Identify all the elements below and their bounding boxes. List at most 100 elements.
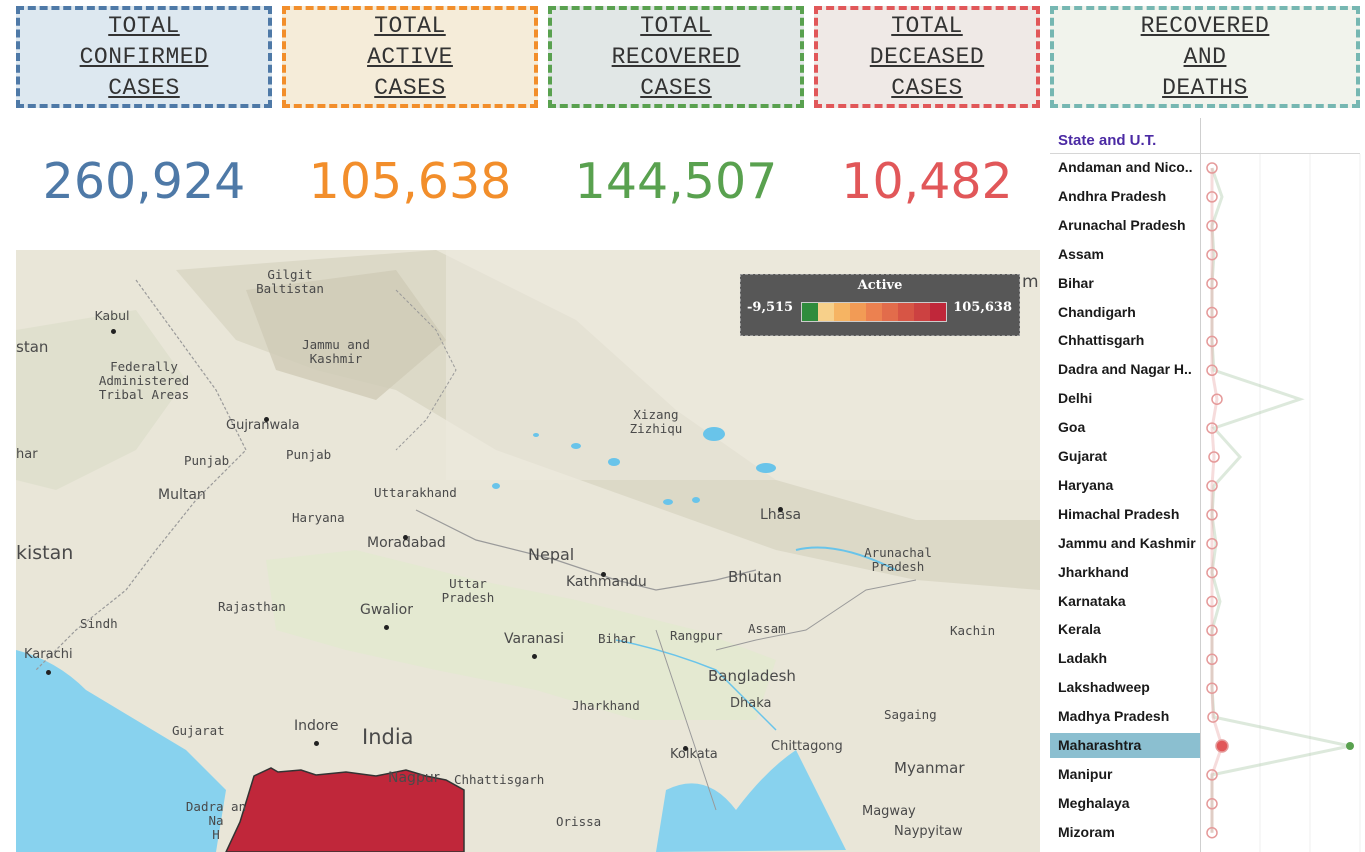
legend-color-ramp	[801, 302, 947, 322]
state-row[interactable]: Haryana	[1050, 473, 1200, 498]
kpi-card-active: TOTAL ACTIVE CASES	[282, 6, 538, 108]
kpi-confirmed-label: TOTAL CONFIRMED CASES	[79, 12, 209, 101]
map-label-gujarat: Gujarat	[172, 723, 225, 738]
legend-max-value: 105,638	[953, 300, 1012, 315]
map-label-indore: Indore	[294, 718, 339, 734]
map-label-right-edge: mi	[1022, 272, 1040, 292]
map-label-punjab-in: Punjab	[286, 447, 332, 462]
map-label-naypyitaw: Naypyitaw	[894, 824, 963, 839]
city-dot-gujranwala	[264, 417, 269, 422]
map-label-haryana: Haryana	[292, 510, 345, 525]
state-row[interactable]: Assam	[1050, 242, 1200, 267]
legend-min-value: -9,515	[747, 300, 794, 315]
kpi-recovered-deaths-label: RECOVERED AND DEATHS	[1140, 12, 1270, 101]
map-label-bhutan: Bhutan	[728, 568, 782, 586]
map-label-federally: Federally Administered Tribal Areas	[98, 359, 190, 402]
kpi-card-recovered: TOTAL RECOVERED CASES	[548, 6, 804, 108]
map-label-gilgit: Gilgit Baltistan	[256, 267, 324, 296]
india-map[interactable]: Gilgit Baltistan Kabul stan Federally Ad…	[16, 250, 1040, 852]
map-label-rangpur: Rangpur	[670, 628, 723, 643]
map-label-assam: Assam	[748, 621, 786, 636]
state-row[interactable]: Gujarat	[1050, 444, 1200, 469]
map-label-gujranwala: Gujranwala	[226, 418, 300, 433]
map-label-jharkhand: Jharkhand	[572, 698, 640, 713]
active-color-legend[interactable]: Active -9,515 105,638	[740, 274, 1020, 336]
state-row[interactable]: Ladakh	[1050, 646, 1200, 671]
confirmed-count: 260,924	[42, 153, 246, 210]
map-label-varanasi: Varanasi	[504, 631, 565, 647]
state-row[interactable]: Maharashtra	[1050, 733, 1200, 758]
kpi-active-label: TOTAL ACTIVE CASES	[367, 12, 453, 101]
map-label-bangladesh: Bangladesh	[708, 667, 796, 685]
map-label-bihar: Bihar	[598, 631, 636, 646]
kpi-recovered-label: TOTAL RECOVERED CASES	[611, 12, 741, 101]
state-row[interactable]: Karnataka	[1050, 589, 1200, 614]
kpi-deceased-label: TOTAL DECEASED CASES	[869, 12, 985, 101]
state-row[interactable]: Mizoram	[1050, 820, 1200, 845]
state-row[interactable]: Delhi	[1050, 386, 1200, 411]
sparkline-point	[1346, 742, 1354, 750]
map-label-xizang: Xizang Zizhiqu	[629, 407, 683, 436]
city-dot-kolkata	[683, 746, 688, 751]
map-label-sindh: Sindh	[80, 616, 118, 631]
state-row[interactable]: Jammu and Kashmir	[1050, 531, 1200, 556]
map-label-rajasthan: Rajasthan	[218, 599, 286, 614]
city-dot-gwalior	[384, 625, 389, 630]
kpi-card-deceased: TOTAL DECEASED CASES	[814, 6, 1040, 108]
map-label-dadra: Dadra an Na H	[185, 799, 247, 842]
city-dot-kathmandu	[601, 572, 606, 577]
map-label-chhattisgarh: Chhattisgarh	[454, 772, 545, 787]
map-label-kolkata: Kolkata	[670, 747, 718, 762]
map-label-uttarakhand: Uttarakhand	[374, 485, 457, 500]
state-row[interactable]: Goa	[1050, 415, 1200, 440]
state-column-header: State and U.T.	[1058, 132, 1157, 149]
state-row[interactable]: Bihar	[1050, 271, 1200, 296]
state-row[interactable]: Chandigarh	[1050, 300, 1200, 325]
map-label-myanmar: Myanmar	[894, 759, 965, 777]
map-label-chittagong: Chittagong	[771, 739, 843, 754]
map-label-dhaka: Dhaka	[730, 696, 772, 711]
city-dot-indore	[314, 741, 319, 746]
kpi-card-recovered-deaths: RECOVERED AND DEATHS	[1050, 6, 1360, 108]
map-label-magway: Magway	[862, 804, 916, 819]
state-row[interactable]: Manipur	[1050, 762, 1200, 787]
map-label-gwalior: Gwalior	[360, 602, 413, 618]
map-label-kathmandu: Kathmandu	[566, 574, 647, 590]
sparkline-path	[1210, 167, 1351, 833]
map-label-sagaing: Sagaing	[884, 707, 937, 722]
state-row[interactable]: Madhya Pradesh	[1050, 704, 1200, 729]
active-count: 105,638	[308, 153, 512, 210]
state-row[interactable]: Kerala	[1050, 617, 1200, 642]
state-row[interactable]: Dadra and Nagar H..	[1050, 357, 1200, 382]
state-row[interactable]: Himachal Pradesh	[1050, 502, 1200, 527]
state-list-panel: State and U.T. Andaman and Nico.. Andhra …	[1050, 118, 1365, 852]
city-dot-kabul	[111, 329, 116, 334]
map-label-india: India	[362, 725, 414, 749]
state-row[interactable]: Jharkhand	[1050, 560, 1200, 585]
legend-title: Active	[857, 278, 903, 293]
sparkline-point	[1215, 739, 1229, 753]
recovered-deaths-sparkline	[1206, 154, 1361, 852]
state-row[interactable]: Andhra Pradesh	[1050, 184, 1200, 209]
kpi-card-confirmed: TOTAL CONFIRMED CASES	[16, 6, 272, 108]
map-label-har: har	[16, 447, 38, 462]
state-row[interactable]: Lakshadweep	[1050, 675, 1200, 700]
map-label-stan: stan	[16, 338, 49, 356]
state-row[interactable]: Chhattisgarh	[1050, 328, 1200, 353]
map-label-nepal: Nepal	[528, 545, 575, 564]
map-label-nagpur: Nagpur	[388, 770, 440, 786]
state-row[interactable]: Arunachal Pradesh	[1050, 213, 1200, 238]
city-dot-karachi	[46, 670, 51, 675]
recovered-count: 144,507	[574, 153, 778, 210]
state-row[interactable]: Meghalaya	[1050, 791, 1200, 816]
map-label-karachi: Karachi	[24, 647, 73, 662]
map-label-kabul: Kabul	[94, 308, 130, 323]
map-label-arunachal: Arunachal Pradesh	[864, 545, 932, 574]
map-label-pakistan: kistan	[16, 542, 74, 564]
map-label-orissa: Orissa	[556, 814, 602, 829]
map-label-uttar: Uttar Pradesh	[441, 576, 495, 605]
map-label-punjab-pk: Punjab	[184, 453, 230, 468]
state-row[interactable]: Andaman and Nico..	[1050, 155, 1200, 180]
city-dot-moradabad	[403, 535, 408, 540]
map-label-multan: Multan	[158, 487, 206, 503]
